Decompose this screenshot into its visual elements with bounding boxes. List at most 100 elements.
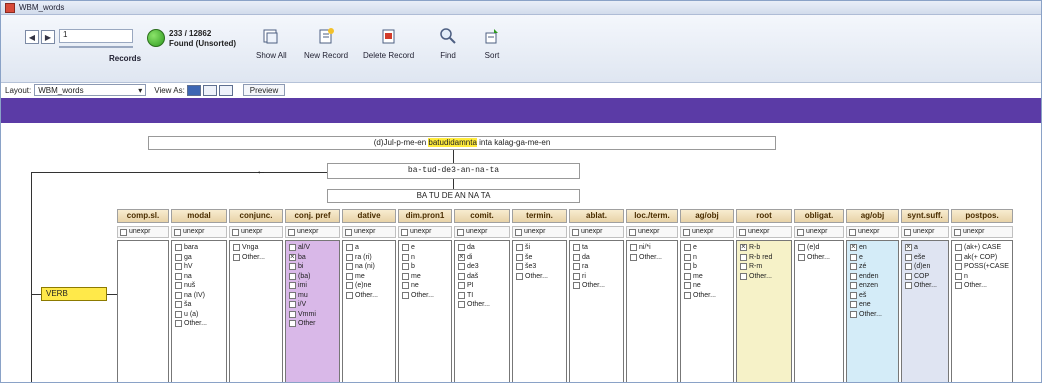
checkbox[interactable] — [175, 310, 182, 318]
checkbox[interactable] — [904, 228, 911, 236]
option-item[interactable]: a — [346, 243, 392, 253]
option-item[interactable]: Vnga — [233, 243, 279, 253]
checkbox[interactable] — [905, 243, 912, 252]
checkbox[interactable] — [850, 272, 857, 280]
checkbox[interactable] — [684, 244, 691, 252]
view-as-table-button[interactable] — [218, 84, 233, 96]
prev-record-button[interactable]: ◀ — [25, 30, 39, 44]
option-item[interactable]: (d)en — [905, 262, 945, 272]
option-item[interactable]: me — [346, 272, 392, 282]
checkbox[interactable] — [175, 272, 182, 280]
option-item[interactable]: PI — [458, 281, 506, 291]
checkbox[interactable] — [402, 263, 409, 271]
option-item[interactable]: COP — [905, 272, 945, 282]
option-item[interactable]: bi — [289, 262, 336, 272]
option-item[interactable]: n — [402, 253, 448, 263]
option-item[interactable]: al/V — [289, 243, 336, 253]
option-item[interactable]: b — [402, 262, 448, 272]
checkbox[interactable] — [458, 282, 465, 290]
checkbox[interactable] — [684, 253, 691, 261]
option-item[interactable]: (e)d — [798, 243, 840, 253]
option-item[interactable]: enden — [850, 272, 895, 282]
unexpr-checkbox[interactable]: unexpr — [569, 226, 624, 238]
found-set-icon[interactable] — [147, 29, 165, 47]
checkbox[interactable] — [346, 272, 353, 280]
checkbox[interactable] — [516, 263, 523, 271]
option-item[interactable]: e — [850, 253, 895, 263]
checkbox[interactable] — [458, 263, 465, 271]
checkbox[interactable] — [289, 291, 296, 299]
view-as-form-button[interactable] — [186, 84, 201, 96]
option-item[interactable]: TI — [458, 291, 506, 301]
option-item[interactable]: en — [850, 243, 895, 253]
checkbox[interactable] — [288, 228, 295, 236]
unexpr-checkbox[interactable]: unexpr — [951, 226, 1013, 238]
sentence-field[interactable]: (d)Jul-p-me-en batudidamnta inta kalag-g… — [148, 136, 776, 150]
show-all-button[interactable]: Show All — [256, 27, 287, 60]
checkbox[interactable] — [346, 263, 353, 271]
checkbox[interactable] — [798, 253, 805, 261]
checkbox[interactable] — [457, 228, 464, 236]
checkbox[interactable] — [955, 244, 962, 252]
unexpr-checkbox[interactable]: unexpr — [229, 226, 283, 238]
checkbox[interactable] — [175, 244, 182, 252]
checkbox[interactable] — [850, 282, 857, 290]
option-item[interactable]: Other... — [798, 253, 840, 263]
checkbox[interactable] — [289, 244, 296, 252]
option-item[interactable]: (e)ne — [346, 281, 392, 291]
option-item[interactable]: Other... — [850, 310, 895, 320]
option-item[interactable]: e — [684, 243, 730, 253]
checkbox[interactable] — [955, 253, 962, 261]
option-item[interactable]: ga — [175, 253, 223, 263]
option-item[interactable]: na (ni) — [346, 262, 392, 272]
checkbox[interactable] — [740, 263, 747, 271]
option-item[interactable]: eše — [905, 253, 945, 263]
checkbox[interactable] — [175, 253, 182, 261]
unexpr-checkbox[interactable]: unexpr — [285, 226, 340, 238]
option-item[interactable]: Other... — [905, 281, 945, 291]
option-item[interactable]: ra — [573, 262, 620, 272]
unexpr-checkbox[interactable]: unexpr — [794, 226, 844, 238]
find-button[interactable]: Find — [439, 27, 457, 60]
checkbox[interactable] — [402, 282, 409, 290]
checkbox[interactable] — [850, 263, 857, 271]
sort-button[interactable]: Sort — [483, 27, 501, 60]
checkbox[interactable] — [402, 253, 409, 261]
checkbox[interactable] — [402, 244, 409, 252]
option-item[interactable]: ni/*i — [630, 243, 674, 253]
option-item[interactable]: da — [573, 253, 620, 263]
checkbox[interactable] — [684, 282, 691, 290]
next-record-button[interactable]: ▶ — [41, 30, 55, 44]
checkbox[interactable] — [905, 272, 912, 280]
unexpr-checkbox[interactable]: unexpr — [512, 226, 567, 238]
category-box[interactable]: VERB — [41, 287, 107, 301]
checkbox[interactable] — [850, 301, 857, 309]
preview-button[interactable]: Preview — [242, 84, 286, 96]
option-item[interactable]: bara — [175, 243, 223, 253]
option-item[interactable]: ne — [402, 281, 448, 291]
option-item[interactable]: e — [402, 243, 448, 253]
unexpr-checkbox[interactable]: unexpr — [846, 226, 899, 238]
checkbox[interactable] — [289, 282, 296, 290]
checkbox[interactable] — [233, 253, 240, 261]
option-item[interactable]: hV — [175, 262, 223, 272]
checkbox[interactable] — [684, 272, 691, 280]
checkbox[interactable] — [629, 228, 636, 236]
checkbox[interactable] — [684, 291, 691, 299]
option-item[interactable]: ne — [684, 281, 730, 291]
checkbox[interactable] — [630, 253, 637, 261]
option-item[interactable]: me — [684, 272, 730, 282]
checkbox[interactable] — [955, 282, 962, 290]
checkbox[interactable] — [175, 320, 182, 328]
checkbox[interactable] — [573, 282, 580, 290]
checkbox[interactable] — [740, 243, 747, 252]
option-item[interactable]: na (IV) — [175, 291, 223, 301]
checkbox[interactable] — [684, 263, 691, 271]
option-item[interactable]: de3 — [458, 262, 506, 272]
checkbox[interactable] — [289, 301, 296, 309]
option-item[interactable]: Other... — [346, 291, 392, 301]
option-item[interactable]: mu — [289, 291, 336, 301]
checkbox[interactable] — [346, 253, 353, 261]
checkbox[interactable] — [346, 244, 353, 252]
checkbox[interactable] — [798, 244, 805, 252]
